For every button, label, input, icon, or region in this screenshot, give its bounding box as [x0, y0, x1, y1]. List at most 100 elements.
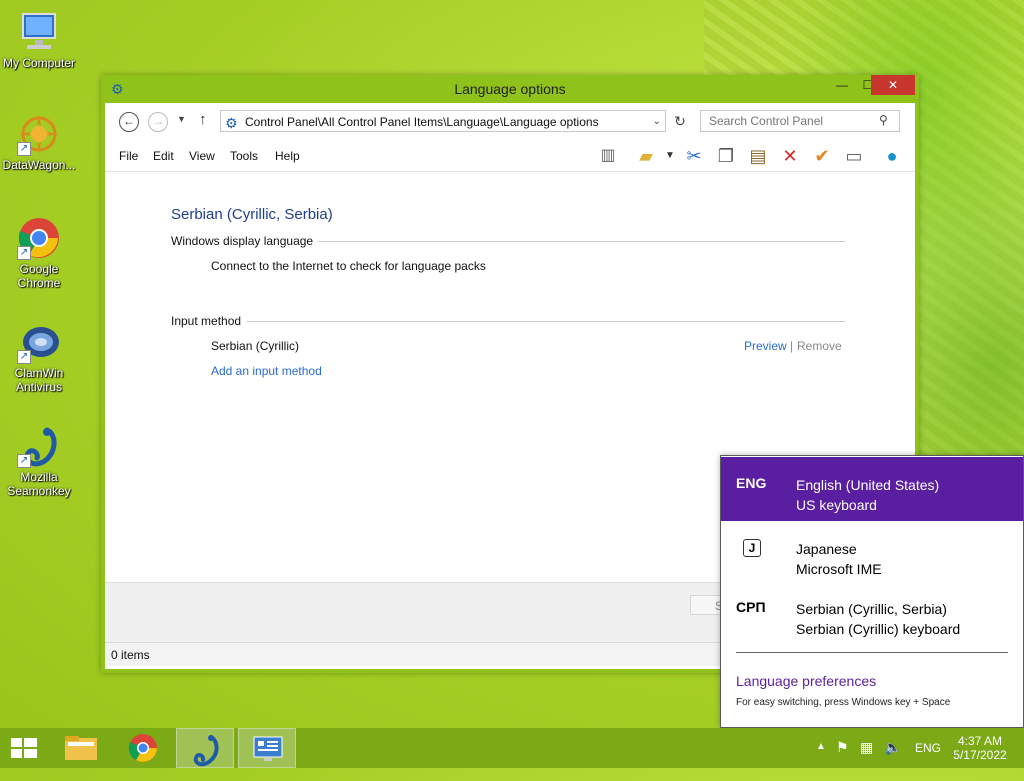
computer-icon — [17, 10, 61, 54]
folder-icon[interactable]: ▰ — [635, 145, 657, 167]
window-title: Language options — [454, 81, 566, 97]
delete-icon[interactable]: ✕ — [779, 145, 801, 167]
language-flyout: ENG English (United States) US keyboard … — [720, 455, 1024, 728]
back-button[interactable]: ← — [119, 112, 139, 132]
clock-date: 5/17/2022 — [953, 748, 1007, 762]
menu-view[interactable]: View — [189, 149, 215, 163]
copy-icon[interactable]: ❐ — [715, 145, 737, 167]
clock-time: 4:37 AM — [957, 734, 1003, 748]
menu-bar: File Edit View Tools Help ▥ ▰ ▼ ✂ ❐ ▤ ✕ … — [105, 141, 915, 172]
folder-icon — [65, 736, 97, 760]
minimize-button[interactable]: — — [829, 75, 855, 95]
language-abbr: ENG — [736, 475, 767, 491]
menu-tools[interactable]: Tools — [230, 149, 258, 163]
display-language-header: Windows display language — [171, 234, 314, 248]
language-preferences-link[interactable]: Language preferences — [736, 673, 876, 689]
desktop-icon-label: ClamWin Antivirus — [14, 366, 64, 394]
ime-icon: J — [743, 539, 761, 557]
forward-button[interactable]: → — [148, 112, 168, 132]
desktop-icon-my-computer[interactable]: My Computer — [0, 10, 78, 70]
link-separator: | — [790, 339, 794, 353]
display-language-text: Connect to the Internet to check for lan… — [211, 259, 486, 273]
paste-icon[interactable]: ▤ — [747, 145, 769, 167]
shortcut-arrow-icon: ↗ — [17, 142, 31, 156]
shortcut-arrow-icon: ↗ — [17, 246, 31, 260]
action-center-icon[interactable]: ⚑ — [836, 739, 849, 779]
language-name: Japanese — [796, 541, 857, 557]
language-description: Serbian (Cyrillic, Serbia) Serbian (Cyri… — [796, 599, 960, 639]
network-icon[interactable]: ▦ — [860, 739, 873, 779]
globe-icon[interactable]: ● — [881, 145, 903, 167]
flyout-item-english[interactable]: ENG English (United States) US keyboard — [721, 457, 1023, 521]
language-description: English (United States) US keyboard — [796, 475, 939, 515]
start-button[interactable] — [0, 728, 48, 768]
language-name: English (United States) — [796, 477, 940, 493]
clamwin-icon: ↗ — [17, 320, 61, 364]
add-input-method-link[interactable]: Add an input method — [211, 364, 322, 378]
desktop-icon-clamwin[interactable]: ↗ ClamWin Antivirus — [0, 320, 78, 394]
desktop-icon-label: My Computer — [2, 56, 76, 70]
section-divider — [319, 241, 845, 242]
address-bar[interactable]: ⚙ Control Panel\All Control Panel Items\… — [220, 110, 666, 132]
control-panel-icon — [253, 736, 283, 761]
shortcut-arrow-icon: ↗ — [17, 350, 31, 364]
seamonkey-icon — [193, 735, 219, 767]
search-icon[interactable]: ⚲ — [879, 113, 888, 127]
properties-icon[interactable]: ▭ — [843, 145, 865, 167]
close-button[interactable]: ✕ — [871, 75, 915, 95]
taskbar-chrome[interactable] — [114, 728, 172, 768]
refresh-button[interactable]: ↻ — [670, 110, 690, 132]
flyout-divider — [736, 652, 1008, 653]
search-input[interactable] — [700, 110, 900, 132]
desktop-icon-datawagon[interactable]: ↗ DataWagon... — [0, 112, 78, 172]
desktop-icon-label: Mozilla Seamonkey — [7, 470, 71, 498]
taskbar-clock[interactable]: 4:37 AM 5/17/2022 — [950, 734, 1010, 762]
input-method-header: Input method — [171, 314, 242, 328]
seamonkey-icon: ↗ — [17, 424, 61, 468]
flyout-item-serbian[interactable]: СРП Serbian (Cyrillic, Serbia) Serbian (… — [721, 581, 1023, 645]
switching-hint: For easy switching, press Windows key + … — [736, 697, 951, 708]
shortcut-arrow-icon: ↗ — [17, 454, 31, 468]
taskbar-file-explorer[interactable] — [52, 728, 110, 768]
chrome-icon: ↗ — [17, 216, 61, 260]
taskbar-control-panel[interactable] — [238, 728, 296, 768]
up-button[interactable]: ↑ — [199, 111, 207, 128]
language-name: Serbian (Cyrillic, Serbia) — [796, 601, 947, 617]
layout-icon[interactable]: ▥ — [597, 145, 619, 167]
control-panel-icon: ⚙ — [225, 115, 238, 131]
check-icon[interactable]: ✔ — [811, 145, 833, 167]
window-titlebar[interactable]: ⚙ Language options — ☐ ✕ — [101, 75, 919, 103]
desktop-icon-label: Google Chrome — [17, 262, 61, 290]
taskbar: ▲ ⚑ ▦ 🔈 ENG 4:37 AM 5/17/2022 — [0, 728, 1024, 768]
keyboard-name: Serbian (Cyrillic) keyboard — [796, 621, 961, 637]
recent-locations-dropdown[interactable]: ▼ — [177, 114, 186, 124]
remove-link[interactable]: Remove — [797, 339, 842, 353]
language-abbr: СРП — [736, 599, 766, 615]
input-language-indicator[interactable]: ENG — [915, 741, 941, 781]
section-divider — [247, 321, 845, 322]
windows-logo-icon — [11, 738, 37, 758]
keyboard-name: Microsoft IME — [796, 561, 882, 577]
preview-link[interactable]: Preview — [744, 339, 787, 353]
address-text: Control Panel\All Control Panel Items\La… — [245, 115, 599, 129]
keyboard-name: US keyboard — [796, 497, 877, 513]
chevron-down-icon[interactable]: ▼ — [659, 145, 681, 167]
language-description: Japanese Microsoft IME — [796, 539, 882, 579]
cut-icon[interactable]: ✂ — [683, 145, 705, 167]
desktop-icon-seamonkey[interactable]: ↗ Mozilla Seamonkey — [0, 424, 78, 498]
show-hidden-icons-button[interactable]: ▲ — [816, 741, 826, 781]
desktop-icon-google-chrome[interactable]: ↗ Google Chrome — [0, 216, 78, 290]
language-title: Serbian (Cyrillic, Serbia) — [171, 206, 333, 223]
flyout-item-japanese[interactable]: J Japanese Microsoft IME — [721, 521, 1023, 585]
volume-muted-icon[interactable]: 🔈 — [884, 739, 901, 779]
taskbar-seamonkey[interactable] — [176, 728, 234, 768]
menu-help[interactable]: Help — [275, 149, 300, 163]
menu-edit[interactable]: Edit — [153, 149, 174, 163]
chrome-icon — [128, 734, 157, 762]
datawagon-icon: ↗ — [17, 112, 61, 156]
menu-file[interactable]: File — [119, 149, 138, 163]
input-method-name: Serbian (Cyrillic) — [211, 339, 300, 353]
chevron-down-icon[interactable]: ⌄ — [653, 111, 661, 133]
desktop-icon-label: DataWagon... — [2, 158, 76, 172]
address-row: ← → ▼ ↑ ⚙ Control Panel\All Control Pane… — [105, 103, 915, 141]
